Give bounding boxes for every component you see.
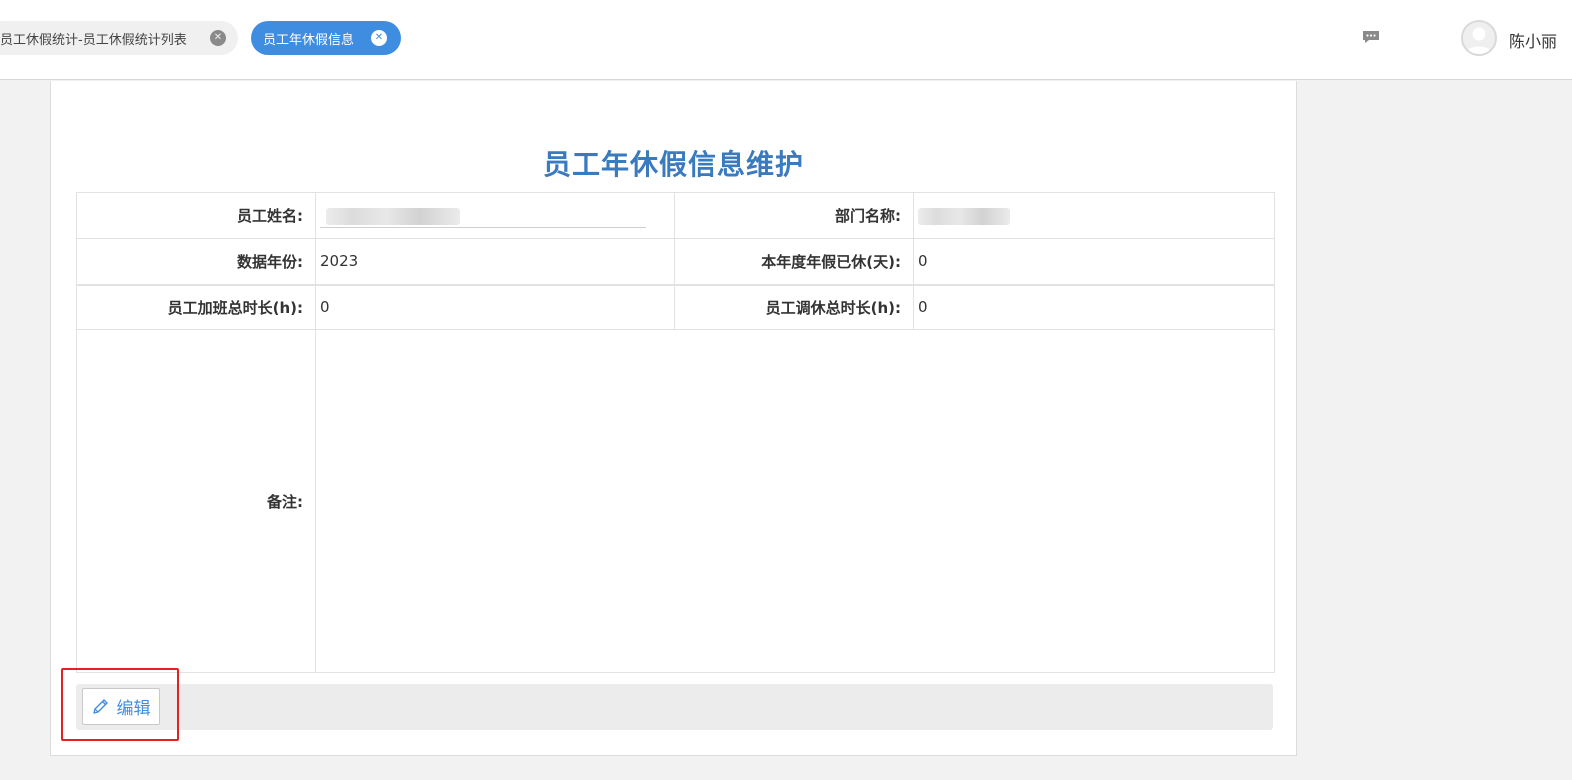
form-row: 备注: bbox=[76, 329, 1275, 673]
user-avatar-icon bbox=[1466, 27, 1492, 54]
close-icon[interactable]: ✕ bbox=[210, 30, 226, 46]
form-panel: 员工年休假信息维护 员工姓名: 部门名称: 数据年份: 2023 本年度年假已休… bbox=[50, 81, 1297, 756]
department-cell bbox=[913, 192, 1275, 239]
action-bar: 编辑 bbox=[76, 684, 1273, 730]
comp-time-value: 0 bbox=[913, 283, 1275, 330]
message-icon[interactable] bbox=[1362, 30, 1380, 44]
department-value bbox=[918, 204, 1274, 228]
highlight-annotation bbox=[61, 668, 179, 741]
department-label: 部门名称: bbox=[674, 192, 914, 239]
tab-label: 员工年休假信息 bbox=[263, 32, 355, 48]
redacted-value bbox=[326, 207, 460, 225]
leave-taken-value: 0 bbox=[913, 238, 1275, 285]
close-icon[interactable]: ✕ bbox=[371, 30, 387, 46]
tab-leave-stats-list[interactable]: 员工休假统计-员工休假统计列表 ✕ bbox=[0, 21, 238, 55]
leave-info-form: 员工姓名: 部门名称: 数据年份: 2023 本年度年假已休(天): 0 员工加… bbox=[76, 192, 1275, 673]
redacted-value bbox=[918, 207, 1010, 225]
overtime-value: 0 bbox=[315, 283, 675, 330]
form-row: 数据年份: 2023 本年度年假已休(天): 0 bbox=[76, 238, 1275, 285]
data-year-value: 2023 bbox=[315, 238, 675, 285]
data-year-label: 数据年份: bbox=[76, 238, 316, 285]
form-row: 员工加班总时长(h): 0 员工调休总时长(h): 0 bbox=[76, 283, 1275, 330]
comp-time-label: 员工调休总时长(h): bbox=[674, 283, 914, 330]
remarks-label: 备注: bbox=[76, 329, 316, 673]
page-title: 员工年休假信息维护 bbox=[542, 148, 804, 181]
remarks-field[interactable] bbox=[315, 329, 1275, 673]
form-row: 员工姓名: 部门名称: bbox=[76, 192, 1275, 239]
overtime-label: 员工加班总时长(h): bbox=[76, 283, 316, 330]
employee-name-label: 员工姓名: bbox=[76, 192, 316, 239]
tab-annual-leave-info[interactable]: 员工年休假信息 ✕ bbox=[251, 21, 401, 55]
employee-name-cell bbox=[315, 192, 675, 239]
username[interactable]: 陈小丽 bbox=[1509, 28, 1557, 52]
avatar[interactable] bbox=[1461, 20, 1497, 56]
top-bar: 员工休假统计-员工休假统计列表 ✕ 员工年休假信息 ✕ 陈小丽 bbox=[0, 0, 1572, 80]
tab-label: 员工休假统计-员工休假统计列表 bbox=[0, 32, 187, 48]
leave-taken-label: 本年度年假已休(天): bbox=[674, 238, 914, 285]
employee-name-field[interactable] bbox=[320, 204, 646, 228]
